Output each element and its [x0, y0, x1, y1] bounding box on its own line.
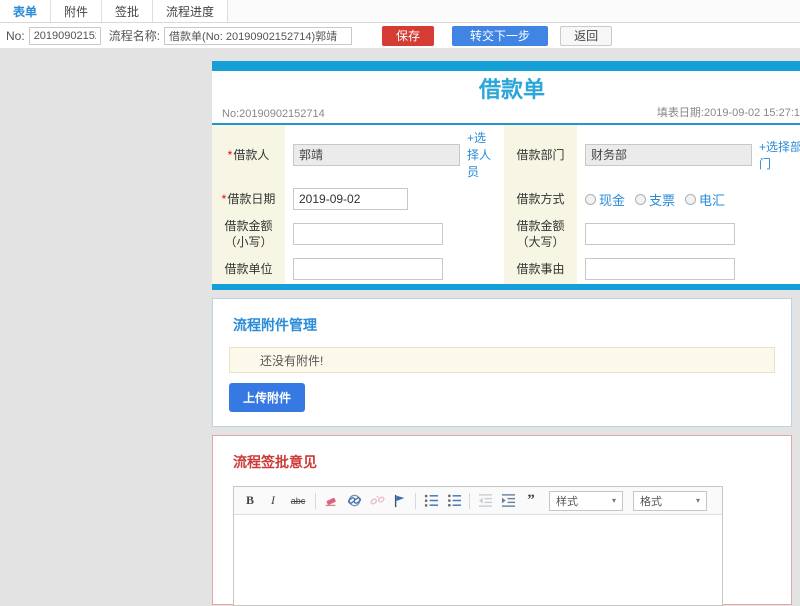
loan-form-panel: 借款单 No:20190902152714 填表日期:2019-09-02 15…	[212, 61, 800, 290]
bullet-list-icon[interactable]	[446, 493, 462, 509]
loan-method-radio-group: 现金 支票 电汇	[585, 190, 725, 209]
process-name-label: 流程名称:	[108, 29, 161, 43]
borrower-label: *借款人	[212, 125, 285, 184]
loan-date-label: *借款日期	[212, 184, 285, 214]
required-mark: *	[221, 192, 227, 206]
form-grid: *借款人 +选择人员 借款部门 +选择部门 *借款日期 借款方式	[212, 125, 800, 284]
select-department-link[interactable]: +选择部门	[759, 138, 800, 172]
toolbar-separator	[469, 492, 470, 509]
fill-date: 填表日期:2019-09-02 15:27:1	[656, 107, 800, 119]
department-input[interactable]	[585, 143, 752, 166]
tab-attachments[interactable]: 附件	[51, 0, 103, 22]
loan-date-input[interactable]	[293, 188, 408, 210]
format-dropdown[interactable]: 格式 ▾	[633, 490, 707, 511]
rich-text-editor: B I abc ” 样式 ▾ 格式 ▾	[233, 486, 723, 606]
indent-icon[interactable]	[500, 493, 516, 509]
loan-method-label: 借款方式	[504, 184, 577, 214]
process-name-input[interactable]	[164, 26, 353, 45]
attachments-heading: 流程附件管理	[233, 317, 317, 333]
doc-number: No:20190902152714	[222, 108, 325, 120]
page-title: 借款单	[478, 77, 545, 102]
loan-unit-input[interactable]	[293, 258, 443, 280]
bold-icon[interactable]: B	[242, 493, 258, 509]
forward-next-step-button[interactable]: 转交下一步	[452, 25, 549, 46]
chevron-down-icon: ▾	[611, 496, 616, 505]
borrower-input[interactable]	[293, 143, 460, 166]
chevron-down-icon: ▾	[695, 496, 700, 505]
radio-icon	[685, 193, 697, 205]
radio-icon	[585, 193, 596, 205]
no-attachments-message: 还没有附件!	[229, 347, 775, 373]
radio-cash[interactable]: 现金	[585, 190, 625, 209]
loan-reason-input[interactable]	[585, 258, 735, 280]
approval-comments-panel: 流程签批意见 B I abc ” 样式 ▾ 格式 ▾	[212, 435, 792, 606]
top-accent-bar	[212, 61, 800, 71]
main-content: 借款单 No:20190902152714 填表日期:2019-09-02 15…	[212, 61, 800, 606]
select-person-link[interactable]: +选择人员	[467, 129, 496, 180]
italic-icon[interactable]: I	[265, 493, 281, 509]
radio-icon	[635, 193, 647, 205]
approval-comments-heading: 流程签批意见	[233, 454, 317, 470]
tab-process-progress[interactable]: 流程进度	[153, 0, 229, 22]
back-button[interactable]: 返回	[560, 25, 613, 46]
blockquote-icon[interactable]: ”	[523, 492, 539, 509]
tab-bar: 表单 附件 签批 流程进度	[0, 0, 800, 23]
no-input[interactable]	[28, 26, 101, 45]
outdent-icon[interactable]	[477, 493, 493, 509]
unlink-icon[interactable]	[369, 493, 385, 509]
radio-wire-transfer[interactable]: 电汇	[685, 190, 725, 209]
strikethrough-icon[interactable]: abc	[288, 493, 308, 509]
link-icon[interactable]	[346, 493, 362, 509]
styles-dropdown[interactable]: 样式 ▾	[549, 490, 623, 511]
tab-form[interactable]: 表单	[0, 0, 52, 22]
radio-cheque[interactable]: 支票	[635, 190, 675, 209]
bottom-accent-bar	[212, 284, 800, 290]
editor-toolbar: B I abc ” 样式 ▾ 格式 ▾	[234, 487, 722, 515]
no-label: No:	[6, 28, 25, 43]
loan-reason-label: 借款事由	[504, 254, 577, 284]
toolbar-separator	[415, 492, 416, 509]
numbered-list-icon[interactable]	[423, 493, 439, 509]
upload-attachment-button[interactable]: 上传附件	[229, 383, 306, 412]
loan-unit-label: 借款单位	[212, 254, 285, 284]
amount-lowercase-label: 借款金额（小写）	[212, 214, 285, 254]
tab-approval[interactable]: 签批	[102, 0, 154, 22]
amount-uppercase-label: 借款金额（大写）	[504, 214, 577, 254]
command-bar: No: 流程名称: 保存 转交下一步 返回	[0, 23, 800, 49]
amount-lowercase-input[interactable]	[293, 223, 443, 245]
remove-format-icon[interactable]	[323, 493, 339, 509]
save-button[interactable]: 保存	[382, 25, 435, 46]
department-label: 借款部门	[504, 125, 577, 184]
required-mark: *	[227, 147, 233, 162]
toolbar-separator	[315, 492, 316, 509]
flag-anchor-icon[interactable]	[392, 493, 408, 509]
editor-content-area[interactable]	[234, 515, 722, 605]
attachments-panel: 流程附件管理 还没有附件! 上传附件	[212, 298, 792, 427]
doc-meta-row: No:20190902152714 填表日期:2019-09-02 15:27:…	[212, 103, 800, 123]
amount-uppercase-input[interactable]	[585, 223, 735, 245]
